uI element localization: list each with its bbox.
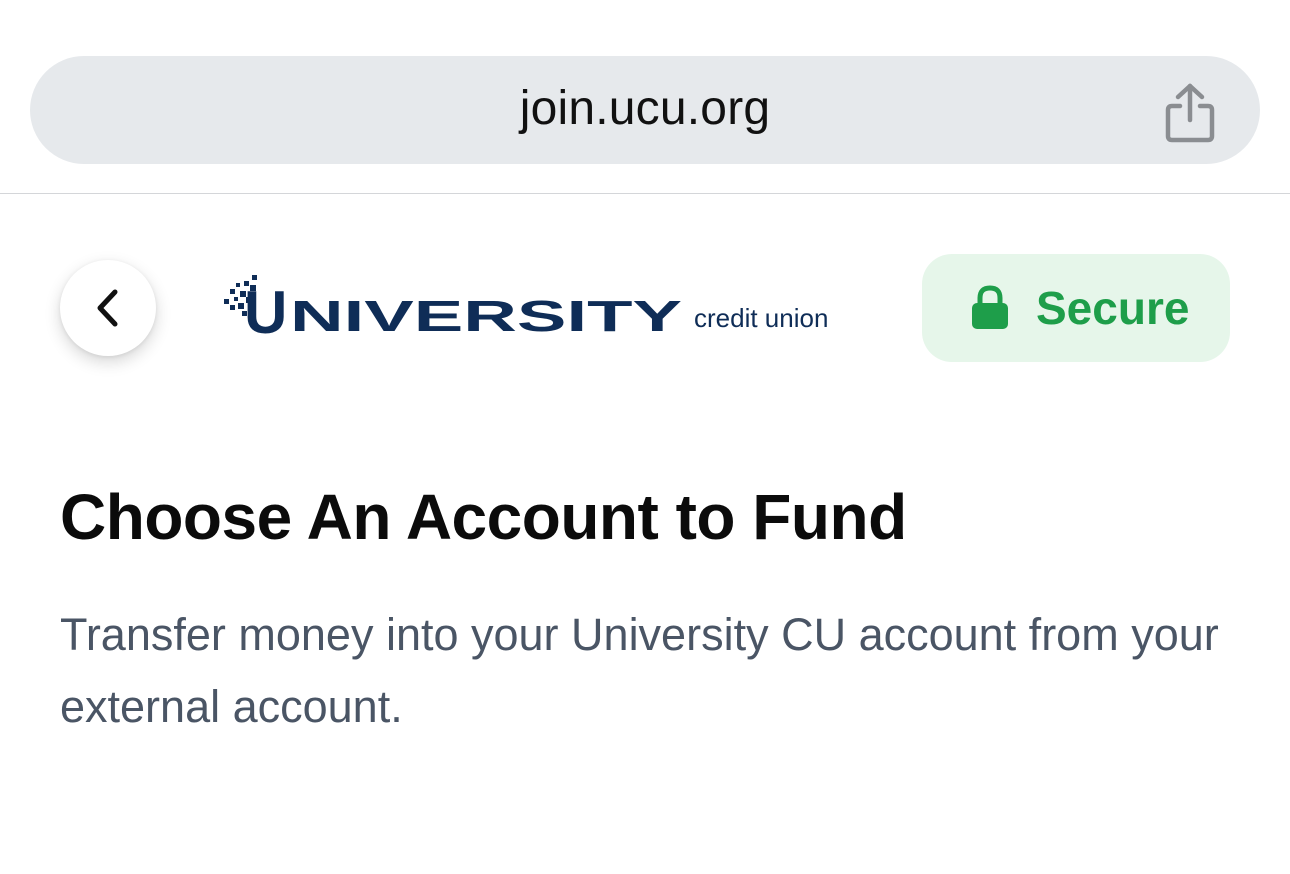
lock-icon: [972, 285, 1008, 329]
logo-letter-u: U: [244, 279, 287, 346]
page-content: U NIVERSITY credit union Secure Choose A…: [0, 195, 1290, 874]
page-description: Transfer money into your University CU a…: [60, 609, 1219, 732]
browser-chrome: join.ucu.org: [0, 0, 1290, 194]
page-title: Choose An Account to Fund: [60, 481, 907, 553]
back-button[interactable]: [60, 260, 156, 356]
university-credit-union-logo: U NIVERSITY credit union: [224, 275, 828, 346]
url-text[interactable]: join.ucu.org: [30, 56, 1260, 164]
address-bar[interactable]: join.ucu.org: [30, 56, 1260, 164]
secure-label: Secure: [1036, 282, 1190, 334]
share-icon[interactable]: [1162, 82, 1218, 144]
logo-tagline: credit union: [694, 303, 828, 333]
chevron-left-icon: [97, 289, 118, 327]
logo-wordmark-rest: NIVERSITY: [290, 292, 682, 341]
secure-badge: Secure: [922, 254, 1230, 362]
